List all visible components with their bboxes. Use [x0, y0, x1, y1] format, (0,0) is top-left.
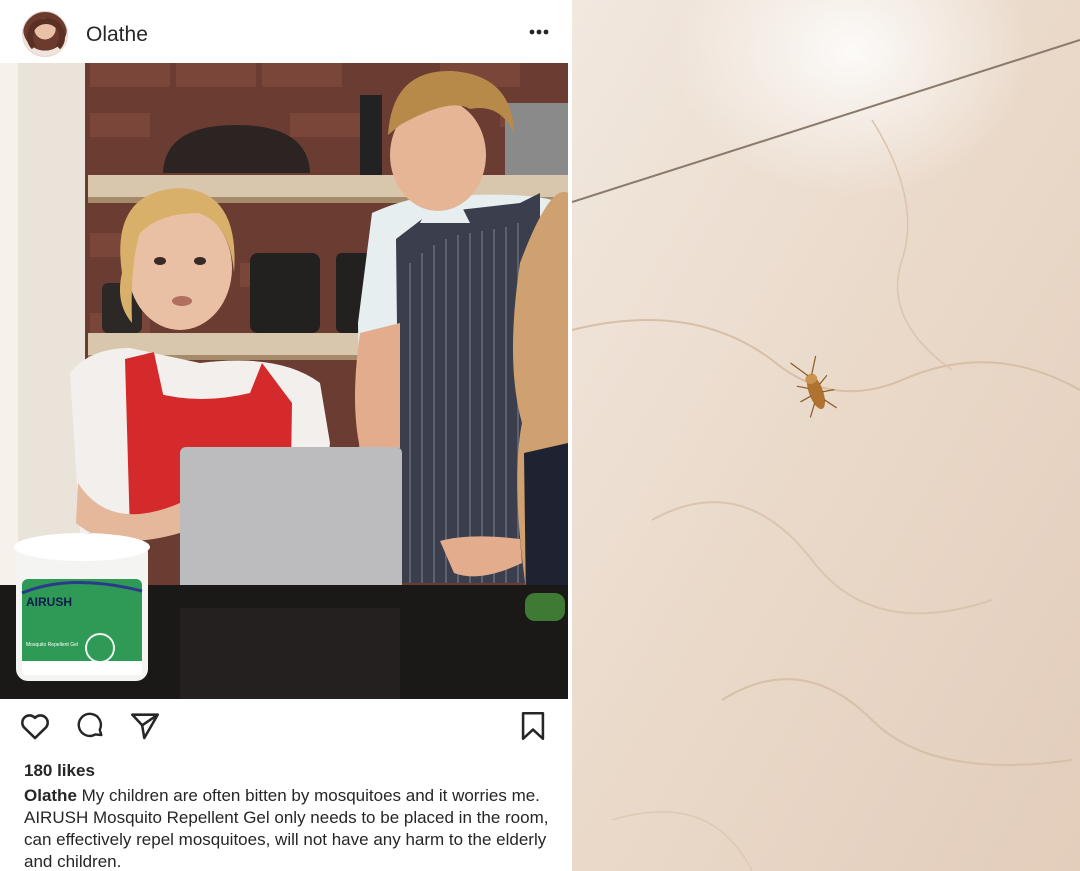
post-media-image: AIRUSH Mosquito Repellent Gel: [0, 63, 568, 699]
more-options-icon[interactable]: [524, 23, 554, 41]
tile-wall-illustration: [572, 0, 1080, 871]
caption-username[interactable]: Olathe: [24, 786, 77, 805]
like-count[interactable]: 180 likes: [24, 761, 95, 781]
product-brand-label: AIRUSH: [26, 595, 73, 609]
post-username[interactable]: Olathe: [86, 22, 148, 48]
post-caption: Olathe My children are often bitten by m…: [24, 785, 559, 871]
send-icon[interactable]: [128, 709, 162, 743]
caption-text: My children are often bitten by mosquito…: [24, 786, 549, 871]
comment-icon[interactable]: [74, 709, 106, 741]
instagram-post: Olathe AIRUSH Mosquito Repellent Gel 180…: [0, 0, 568, 871]
heart-icon[interactable]: [18, 709, 52, 743]
cockroach-on-tile-photo: [572, 0, 1080, 871]
product-name-label: Mosquito Repellent Gel: [26, 642, 78, 648]
kitchen-scene-illustration: [0, 63, 568, 699]
post-header: Olathe: [0, 0, 568, 64]
profile-avatar[interactable]: [22, 11, 68, 57]
post-actions-bar: [0, 705, 568, 749]
bookmark-icon[interactable]: [516, 709, 550, 743]
